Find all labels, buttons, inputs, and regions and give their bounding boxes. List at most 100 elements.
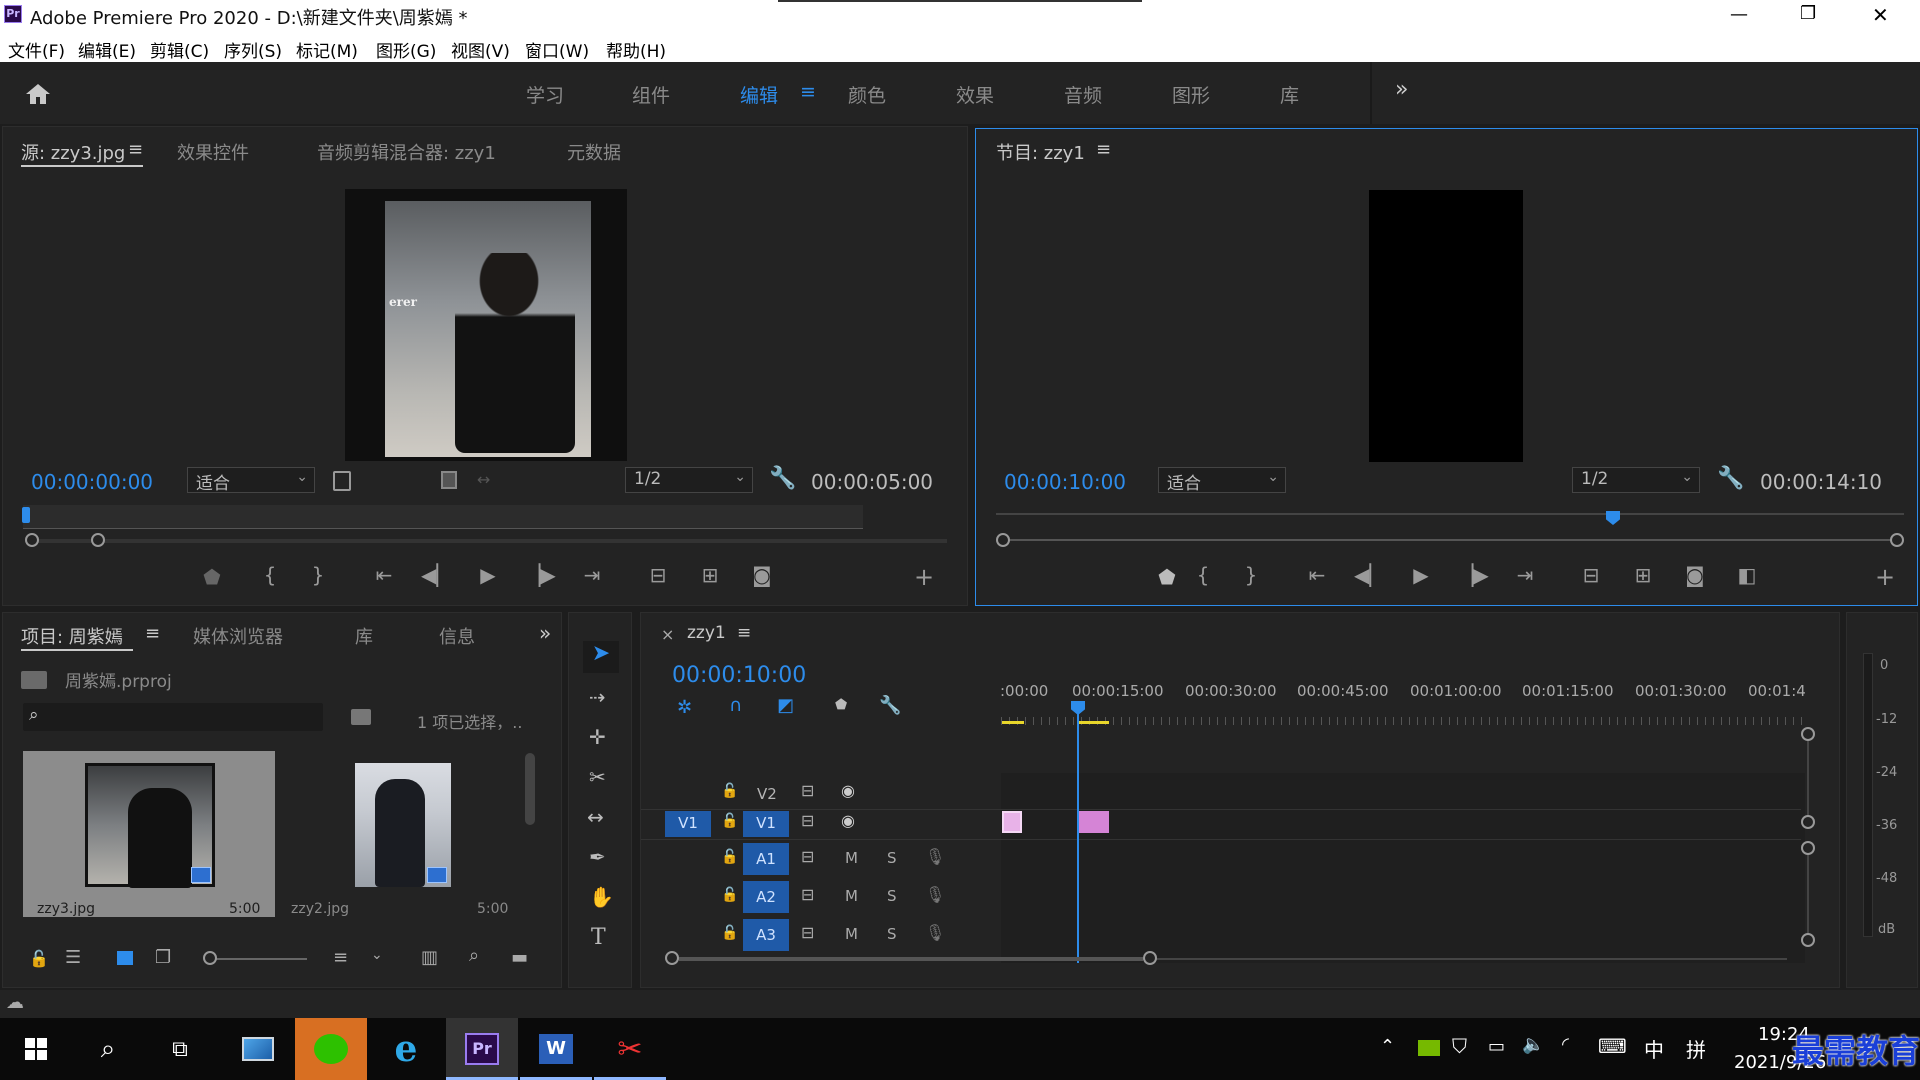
- audio-track-scroll-handle[interactable]: [1801, 933, 1815, 947]
- solo-button[interactable]: S: [887, 925, 897, 943]
- workspace-learn[interactable]: 学习: [526, 81, 564, 108]
- lift-icon[interactable]: ⊟: [1576, 563, 1606, 587]
- timeline-zoom-handle-right[interactable]: [1143, 951, 1157, 965]
- premiere-taskbar-icon[interactable]: Pr: [446, 1018, 518, 1080]
- time-ruler[interactable]: [1001, 703, 1809, 725]
- track-label-v1[interactable]: V1: [743, 811, 789, 837]
- workspace-menu-icon[interactable]: ≡: [800, 81, 816, 103]
- workspace-color[interactable]: 颜色: [848, 81, 886, 108]
- new-search-bin-icon[interactable]: [351, 709, 371, 725]
- menu-help[interactable]: 帮助(H): [606, 37, 666, 62]
- menu-window[interactable]: 窗口(W): [525, 37, 589, 62]
- lock-icon[interactable]: 🔓: [29, 949, 49, 968]
- audio-track-scroll-handle[interactable]: [1801, 841, 1815, 855]
- work-area-bar-right[interactable]: [1077, 721, 1109, 724]
- overwrite-icon[interactable]: ⊞: [695, 563, 725, 587]
- tab-audio-clip-mixer[interactable]: 音频剪辑混合器: zzy1: [317, 139, 496, 165]
- program-zoom-handle-left[interactable]: [996, 533, 1010, 547]
- close-button[interactable]: ✕: [1872, 3, 1889, 27]
- workspace-more-button[interactable]: »: [1395, 77, 1408, 102]
- video-track-scroll-handle[interactable]: [1801, 815, 1815, 829]
- menu-sequence[interactable]: 序列(S): [224, 37, 282, 62]
- microphone-icon[interactable]: 🎙: [925, 847, 945, 866]
- timeline-timecode[interactable]: 00:00:10:00: [672, 663, 806, 688]
- timeline-settings-wrench-icon[interactable]: 🔧: [879, 695, 901, 716]
- program-zoom-handle-right[interactable]: [1890, 533, 1904, 547]
- ripple-edit-tool-icon[interactable]: ✛: [589, 725, 606, 749]
- zoom-slider-handle[interactable]: [203, 951, 217, 965]
- show-hidden-icons-icon[interactable]: ⌃: [1380, 1036, 1395, 1057]
- menu-file[interactable]: 文件(F): [8, 37, 65, 62]
- step-forward-icon[interactable]: ▕▶: [525, 563, 556, 587]
- go-to-out-icon[interactable]: ⇥: [577, 563, 607, 587]
- project-menu-icon[interactable]: ≡: [145, 623, 160, 644]
- sync-lock-icon[interactable]: ⊟: [801, 811, 814, 830]
- track-label-a2[interactable]: A2: [743, 881, 789, 913]
- program-time-ruler[interactable]: [996, 513, 1904, 515]
- workspace-graphics[interactable]: 图形: [1172, 81, 1210, 108]
- timeline-zoom-handle-left[interactable]: [665, 951, 679, 965]
- export-frame-icon[interactable]: [441, 471, 457, 489]
- battery-icon[interactable]: ▭: [1488, 1036, 1505, 1057]
- microphone-icon[interactable]: 🎙: [925, 885, 945, 904]
- start-windows-icon[interactable]: [0, 1018, 72, 1080]
- lock-track-icon[interactable]: 🔓: [721, 887, 738, 903]
- video-track-scrollbar[interactable]: [1807, 741, 1809, 815]
- lock-track-icon[interactable]: 🔓: [721, 925, 738, 941]
- type-tool-icon[interactable]: T: [591, 925, 606, 950]
- linked-selection-icon[interactable]: ◩: [777, 695, 794, 716]
- this-pc-icon[interactable]: [222, 1018, 294, 1080]
- mark-out-icon[interactable]: }: [1236, 563, 1266, 587]
- ime-mode[interactable]: 中: [1644, 1034, 1664, 1063]
- go-to-in-icon[interactable]: ⇤: [369, 563, 399, 587]
- eye-icon[interactable]: ◉: [841, 811, 855, 830]
- list-view-icon[interactable]: ☰: [65, 947, 81, 968]
- word-icon[interactable]: W: [520, 1018, 592, 1080]
- tab-program[interactable]: 节目: zzy1: [996, 139, 1085, 165]
- track-label-a3[interactable]: A3: [743, 919, 789, 951]
- sync-lock-icon[interactable]: ⊟: [801, 847, 814, 866]
- source-resolution-dropdown[interactable]: 1/2 ⌄: [625, 467, 753, 493]
- safe-margins-icon[interactable]: [333, 471, 351, 491]
- program-settings-wrench-icon[interactable]: 🔧: [1717, 466, 1744, 491]
- source-zoom-bar[interactable]: [31, 539, 947, 543]
- source-menu-icon[interactable]: ≡: [128, 139, 143, 160]
- wechat-icon[interactable]: [295, 1018, 367, 1080]
- tab-libraries[interactable]: 库: [355, 623, 373, 649]
- search-icon[interactable]: ⌕: [72, 1018, 144, 1080]
- add-button-icon[interactable]: +: [909, 563, 939, 591]
- project-more-button[interactable]: »: [539, 621, 551, 645]
- microphone-icon[interactable]: 🎙: [925, 923, 945, 942]
- snap-icon[interactable]: ∩: [729, 695, 742, 716]
- program-zoom-bar[interactable]: [1004, 539, 1892, 541]
- minimize-button[interactable]: —: [1730, 4, 1748, 25]
- keyboard-icon[interactable]: ⌨: [1598, 1034, 1627, 1058]
- task-view-icon[interactable]: ⧉: [144, 1018, 216, 1080]
- project-item-zzy2[interactable]: zzy2.jpg 5:00: [279, 751, 535, 917]
- play-icon[interactable]: ▶: [473, 563, 503, 587]
- sync-lock-icon[interactable]: ⊟: [801, 781, 814, 800]
- add-button-icon[interactable]: +: [1870, 563, 1900, 591]
- clip-zzy2[interactable]: [1077, 811, 1109, 833]
- selection-tool-icon[interactable]: ➤: [583, 641, 619, 673]
- project-item-zzy3[interactable]: zzy3.jpg 5:00: [23, 751, 275, 917]
- tab-source[interactable]: 源: zzy3.jpg: [21, 139, 125, 165]
- tab-info[interactable]: 信息: [439, 623, 475, 649]
- program-menu-icon[interactable]: ≡: [1096, 139, 1111, 160]
- ime-layout[interactable]: 拼: [1686, 1034, 1706, 1063]
- drag-video-icon[interactable]: ↔: [477, 470, 490, 489]
- play-icon[interactable]: ▶: [1406, 563, 1436, 587]
- source-playhead[interactable]: [22, 507, 30, 523]
- find-icon[interactable]: ⌕: [469, 945, 479, 966]
- tab-media-browser[interactable]: 媒体浏览器: [193, 623, 283, 649]
- creative-cloud-icon[interactable]: ☁: [6, 992, 24, 1013]
- freeform-view-icon[interactable]: ❐: [155, 947, 171, 968]
- lock-track-icon[interactable]: 🔓: [721, 813, 738, 829]
- source-time-ruler[interactable]: [23, 505, 863, 529]
- solo-button[interactable]: S: [887, 849, 897, 867]
- workspace-audio[interactable]: 音频: [1064, 81, 1102, 108]
- go-to-in-icon[interactable]: ⇤: [1302, 563, 1332, 587]
- camera-icon[interactable]: ◙: [1680, 563, 1710, 587]
- video-track-scroll-handle[interactable]: [1801, 727, 1815, 741]
- sequence-tab[interactable]: zzy1: [687, 623, 726, 643]
